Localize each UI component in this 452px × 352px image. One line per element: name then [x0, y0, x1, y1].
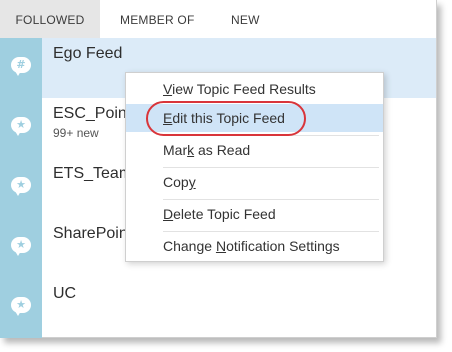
annotation-highlight-ring	[146, 101, 306, 136]
feed-item-uc[interactable]: ★ UC	[0, 278, 436, 338]
star-chat-icon: ★	[0, 278, 42, 338]
new-count-badge: 99+ new	[53, 126, 99, 140]
feed-name: ETS_Team	[53, 165, 133, 182]
star-chat-icon: ★	[0, 158, 42, 218]
tab-bar: FOLLOWED MEMBER OF NEW	[0, 0, 436, 38]
menu-item-change-notification-settings[interactable]: Change Notification Settings	[126, 232, 383, 260]
menu-item-delete-topic-feed[interactable]: Delete Topic Feed	[126, 200, 383, 228]
feed-name: UC	[53, 285, 77, 302]
hashtag-chat-icon: #	[0, 38, 42, 98]
tab-member-of[interactable]: MEMBER OF	[120, 0, 194, 38]
star-chat-icon: ★	[0, 98, 42, 158]
feed-name: ESC_Poin	[53, 105, 127, 122]
tab-followed[interactable]: FOLLOWED	[0, 0, 100, 38]
star-chat-icon: ★	[0, 218, 42, 278]
menu-item-mark-as-read[interactable]: Mark as Read	[126, 136, 383, 164]
menu-item-view-topic-feed-results[interactable]: View Topic Feed Results	[126, 75, 383, 103]
tab-new[interactable]: NEW	[231, 0, 260, 38]
feed-name: SharePoin	[53, 225, 128, 242]
menu-item-copy[interactable]: Copy	[126, 168, 383, 196]
feed-name: Ego Feed	[53, 45, 123, 62]
